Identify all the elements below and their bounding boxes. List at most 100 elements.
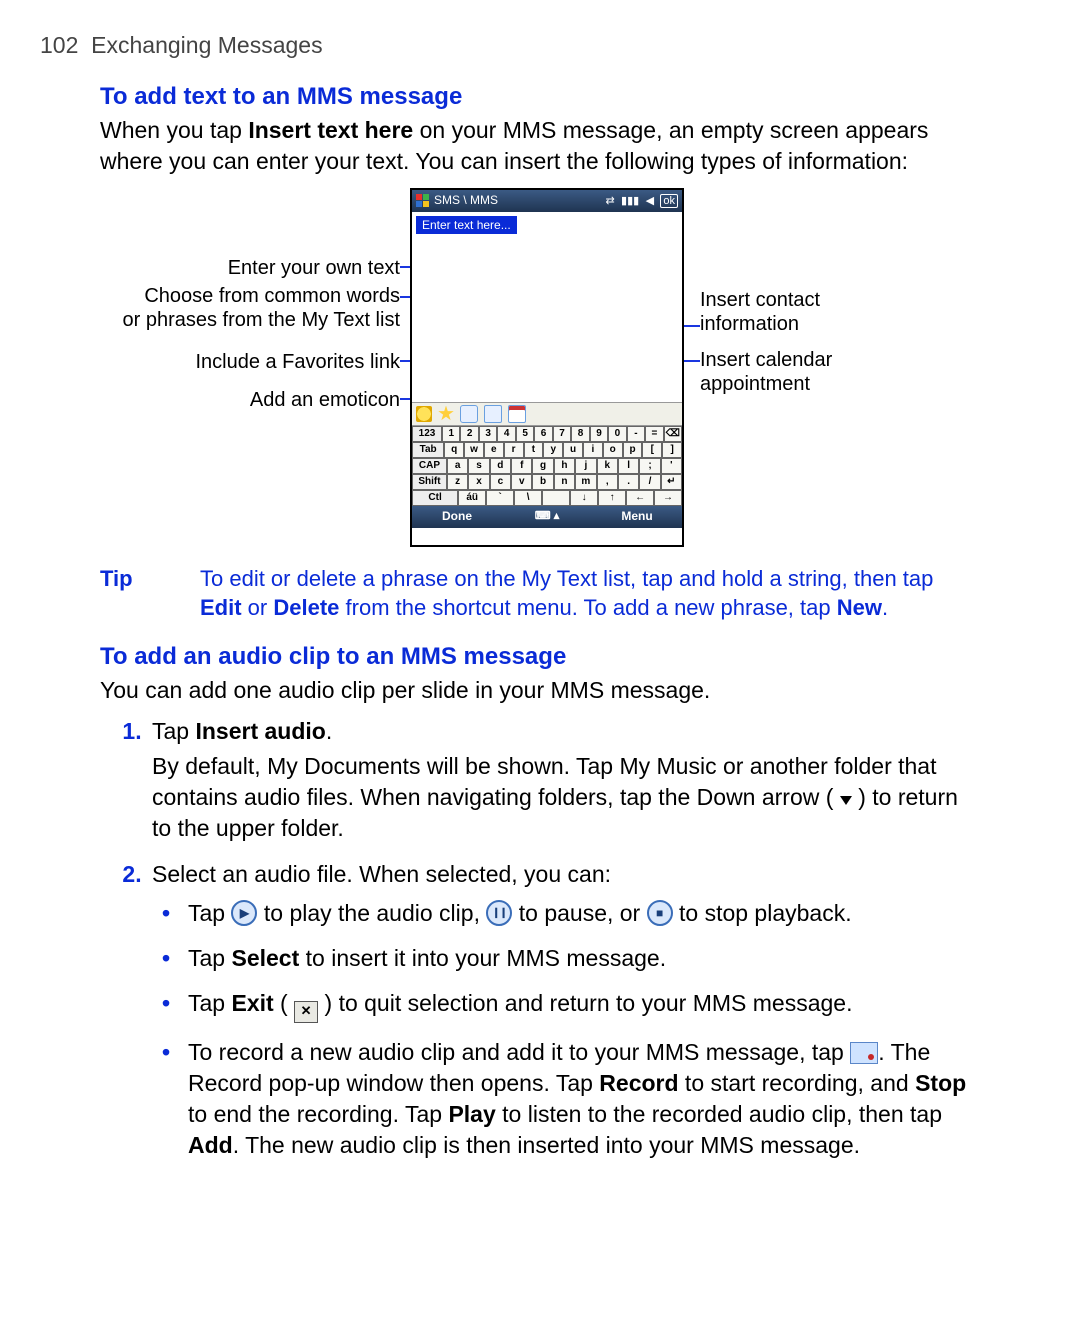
- key[interactable]: j: [575, 458, 596, 474]
- key[interactable]: CAP: [412, 458, 447, 474]
- key[interactable]: 4: [497, 426, 515, 442]
- softkey-done[interactable]: Done: [412, 508, 502, 524]
- running-header: 102 Exchanging Messages: [40, 30, 980, 61]
- start-icon: [416, 194, 430, 208]
- keyboard-toggle-icon[interactable]: ⌨ ▴: [502, 509, 592, 524]
- device-titlebar: SMS \ MMS ⇄ ▮▮▮ ◀ ok: [412, 190, 682, 212]
- step-2: Select an audio file. When selected, you…: [148, 859, 980, 1161]
- key[interactable]: /: [639, 474, 660, 490]
- mytext-icon[interactable]: [460, 405, 478, 423]
- bullet-select: Tap Select to insert it into your MMS me…: [180, 943, 980, 974]
- key[interactable]: f: [511, 458, 532, 474]
- play-icon: [231, 900, 257, 926]
- key[interactable]: 2: [460, 426, 478, 442]
- key[interactable]: i: [583, 442, 603, 458]
- bullet-exit: Tap Exit ( ✕ ) to quit selection and ret…: [180, 988, 980, 1023]
- key[interactable]: `: [486, 490, 514, 506]
- text-input-area[interactable]: Enter text here...: [412, 212, 682, 403]
- key[interactable]: ;: [639, 458, 660, 474]
- key[interactable]: ': [661, 458, 682, 474]
- key[interactable]: k: [597, 458, 618, 474]
- app-title: SMS \ MMS: [434, 192, 498, 208]
- key[interactable]: 123: [412, 426, 442, 442]
- key[interactable]: y: [543, 442, 563, 458]
- key[interactable]: z: [447, 474, 468, 490]
- calendar-icon[interactable]: [508, 405, 526, 423]
- key[interactable]: n: [554, 474, 575, 490]
- key[interactable]: o: [603, 442, 623, 458]
- key[interactable]: b: [532, 474, 553, 490]
- key[interactable]: áü: [458, 490, 486, 506]
- key[interactable]: Shift: [412, 474, 447, 490]
- softkey-menu[interactable]: Menu: [592, 508, 682, 524]
- section-paragraph: When you tap Insert text here on your MM…: [100, 115, 980, 177]
- callout-insert-calendar: Insert calendar appointment: [700, 348, 832, 396]
- numbered-steps: Tap Insert audio. By default, My Documen…: [100, 716, 980, 1161]
- key[interactable]: 6: [534, 426, 552, 442]
- document-page: 102 Exchanging Messages To add text to a…: [0, 0, 1080, 1327]
- key[interactable]: ]: [662, 442, 682, 458]
- bullet-record: To record a new audio clip and add it to…: [180, 1037, 980, 1161]
- key[interactable]: [: [642, 442, 662, 458]
- soft-keyboard[interactable]: 1231234567890-=⌫ Tabqwertyuiop[] CAPasdf…: [412, 426, 682, 506]
- key[interactable]: 1: [442, 426, 460, 442]
- key[interactable]: x: [468, 474, 489, 490]
- key[interactable]: l: [618, 458, 639, 474]
- contact-icon[interactable]: [484, 405, 502, 423]
- favorites-icon[interactable]: [438, 406, 454, 422]
- key[interactable]: 8: [571, 426, 589, 442]
- enter-text-placeholder: Enter text here...: [416, 216, 517, 234]
- key[interactable]: ↵: [661, 474, 682, 490]
- pause-icon: [486, 900, 512, 926]
- key[interactable]: ,: [597, 474, 618, 490]
- bullet-playback: Tap to play the audio clip, to pause, or…: [180, 898, 980, 929]
- key[interactable]: q: [444, 442, 464, 458]
- key[interactable]: 9: [590, 426, 608, 442]
- key[interactable]: [542, 490, 570, 506]
- key[interactable]: d: [490, 458, 511, 474]
- section-heading: To add text to an MMS message: [100, 81, 980, 113]
- step-1: Tap Insert audio. By default, My Documen…: [148, 716, 980, 844]
- ok-button[interactable]: ok: [660, 194, 678, 208]
- key[interactable]: Tab: [412, 442, 444, 458]
- key[interactable]: h: [554, 458, 575, 474]
- sub-bullets: Tap to play the audio clip, to pause, or…: [152, 898, 980, 1161]
- key[interactable]: u: [563, 442, 583, 458]
- callout-insert-contact: Insert contact information: [700, 288, 820, 336]
- key[interactable]: m: [575, 474, 596, 490]
- key[interactable]: ↑: [598, 490, 626, 506]
- tip-label: Tip: [100, 564, 160, 623]
- signal-icon: ▮▮▮: [621, 195, 639, 207]
- key[interactable]: Ctl: [412, 490, 458, 506]
- key[interactable]: -: [627, 426, 645, 442]
- status-icons: ⇄ ▮▮▮ ◀ ok: [602, 192, 678, 209]
- section-paragraph: You can add one audio clip per slide in …: [100, 675, 980, 706]
- key[interactable]: ⌫: [664, 426, 682, 442]
- tip-text: To edit or delete a phrase on the My Tex…: [200, 564, 980, 623]
- key[interactable]: 3: [479, 426, 497, 442]
- volume-icon: ◀: [646, 195, 654, 207]
- key[interactable]: v: [511, 474, 532, 490]
- down-arrow-icon: [840, 796, 852, 805]
- key[interactable]: 7: [553, 426, 571, 442]
- key[interactable]: p: [623, 442, 643, 458]
- key[interactable]: s: [468, 458, 489, 474]
- key[interactable]: r: [504, 442, 524, 458]
- key[interactable]: c: [490, 474, 511, 490]
- key[interactable]: ←: [626, 490, 654, 506]
- key[interactable]: e: [484, 442, 504, 458]
- page-number: 102: [40, 32, 78, 58]
- key[interactable]: a: [447, 458, 468, 474]
- key[interactable]: t: [524, 442, 544, 458]
- key[interactable]: w: [464, 442, 484, 458]
- key[interactable]: →: [654, 490, 682, 506]
- key[interactable]: g: [532, 458, 553, 474]
- key[interactable]: 5: [516, 426, 534, 442]
- callout-emoticon: Add an emoticon: [250, 388, 400, 412]
- key[interactable]: =: [645, 426, 663, 442]
- key[interactable]: .: [618, 474, 639, 490]
- key[interactable]: ↓: [570, 490, 598, 506]
- key[interactable]: 0: [608, 426, 626, 442]
- emoticon-icon[interactable]: [416, 406, 432, 422]
- key[interactable]: \: [514, 490, 542, 506]
